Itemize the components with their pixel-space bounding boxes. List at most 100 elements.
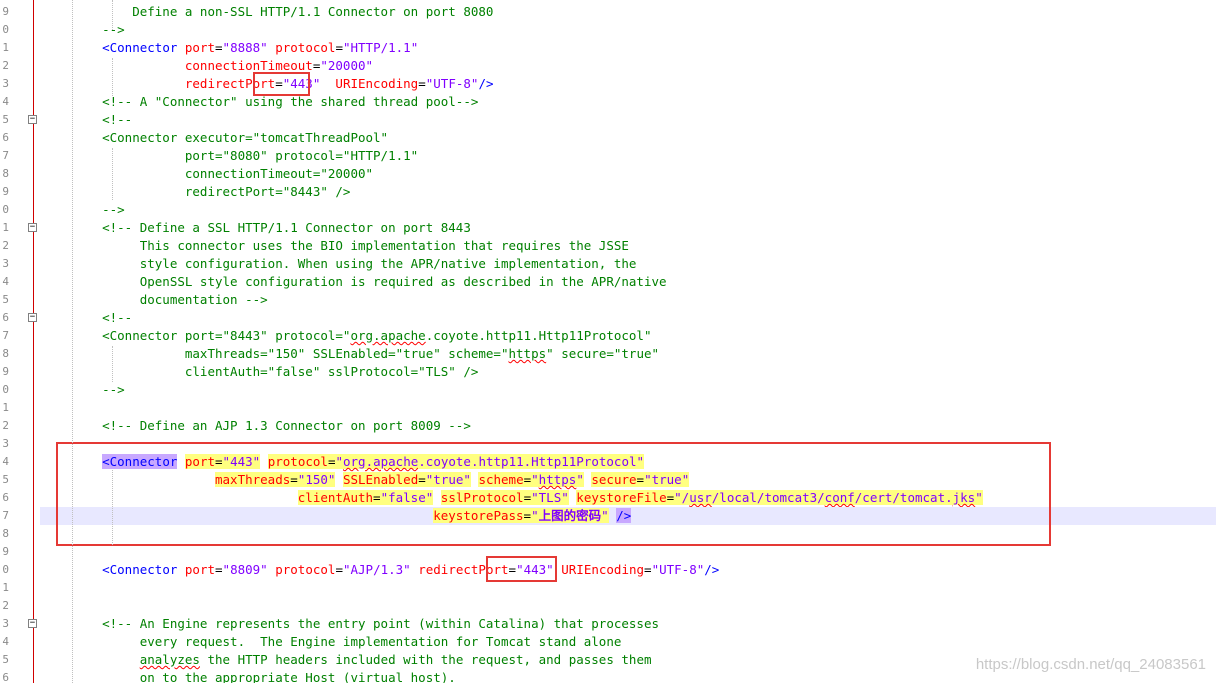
code-line[interactable]: 1	[0, 579, 1216, 597]
code-token: org.apache	[350, 328, 426, 343]
line-number: 5	[2, 293, 9, 306]
code-text: <!-- Define a SSL HTTP/1.1 Connector on …	[72, 219, 471, 237]
fold-toggle-icon[interactable]: −	[28, 115, 37, 124]
code-line[interactable]: 8 maxThreads="150" SSLEnabled="true" sch…	[0, 345, 1216, 363]
code-line[interactable]: 0 -->	[0, 381, 1216, 399]
line-number: 1	[2, 221, 9, 234]
code-text: maxThreads="150" SSLEnabled="true" schem…	[72, 345, 659, 363]
line-number: 8	[2, 167, 9, 180]
code-token: the HTTP headers included with the reque…	[199, 652, 652, 667]
code-line[interactable]: 3 − <!-- An Engine represents the entry p…	[0, 615, 1216, 633]
line-number: 4	[2, 95, 9, 108]
line-number: 3	[2, 77, 9, 90]
code-token: <!-- Define a SSL HTTP/1.1 Connector on …	[72, 220, 471, 235]
code-text: style configuration. When using the APR/…	[72, 255, 637, 273]
code-token: <Connector port="8443" protocol="	[72, 328, 351, 343]
line-number: 1	[2, 401, 9, 414]
code-line[interactable]: 2 connectionTimeout="20000"	[0, 57, 1216, 75]
line-number: 9	[2, 545, 9, 558]
code-text: port="8080" protocol="HTTP/1.1"	[72, 147, 418, 165]
code-text: <!-- Define an AJP 1.3 Connector on port…	[72, 417, 471, 435]
code-token: =	[418, 76, 426, 91]
code-line[interactable]: 2 This connector uses the BIO implementa…	[0, 237, 1216, 255]
code-line[interactable]: 4 every request. The Engine implementati…	[0, 633, 1216, 651]
code-token: documentation -->	[72, 292, 268, 307]
code-text: OpenSSL style configuration is required …	[72, 273, 667, 291]
code-line[interactable]: 9 Define a non-SSL HTTP/1.1 Connector on…	[0, 3, 1216, 21]
code-token: -->	[72, 202, 125, 217]
code-token: =	[644, 562, 652, 577]
line-number: 9	[2, 365, 9, 378]
code-line[interactable]: 7 <Connector port="8443" protocol="org.a…	[0, 327, 1216, 345]
code-line[interactable]: 9 clientAuth="false" sslProtocol="TLS" /…	[0, 363, 1216, 381]
code-token: port="8080" protocol="HTTP/1.1"	[72, 148, 419, 163]
code-line[interactable]: 4 OpenSSL style configuration is require…	[0, 273, 1216, 291]
code-text: <Connector executor="tomcatThreadPool"	[72, 129, 388, 147]
code-line[interactable]: 1	[0, 399, 1216, 417]
code-token: <Connector executor="tomcatThreadPool"	[72, 130, 389, 145]
code-token: connectionTimeout="20000"	[72, 166, 374, 181]
line-number: 5	[2, 113, 9, 126]
code-line[interactable]: 8 connectionTimeout="20000"	[0, 165, 1216, 183]
code-token: on to the appropriate Host (virtual host…	[72, 670, 456, 683]
code-token: <!-- Define an AJP 1.3 Connector on port…	[72, 418, 471, 433]
code-line[interactable]: 4 <!-- A "Connector" using the shared th…	[0, 93, 1216, 111]
code-text: <Connector port="8809" protocol="AJP/1.3…	[72, 561, 719, 579]
indent-guide	[112, 58, 113, 96]
fold-toggle-icon[interactable]: −	[28, 223, 37, 232]
code-token: "UTF-8"	[425, 76, 479, 91]
fold-toggle-icon[interactable]: −	[28, 619, 37, 628]
code-line[interactable]: 0 -->	[0, 21, 1216, 39]
code-token: =	[335, 562, 343, 577]
line-number: 2	[2, 419, 9, 432]
line-number: 3	[2, 437, 9, 450]
code-token: <!--	[72, 112, 133, 127]
code-editor[interactable]: 9 Define a non-SSL HTTP/1.1 Connector on…	[0, 0, 1216, 683]
code-line[interactable]: 0 <Connector port="8809" protocol="AJP/1…	[0, 561, 1216, 579]
code-token: "UTF-8"	[651, 562, 705, 577]
code-text: <!--	[72, 111, 132, 129]
line-number: 5	[2, 473, 9, 486]
code-line[interactable]: 0 -->	[0, 201, 1216, 219]
code-token: <Connector	[102, 40, 185, 55]
code-text: connectionTimeout="20000"	[72, 57, 373, 75]
code-line[interactable]: 6 − <!--	[0, 309, 1216, 327]
highlight-box-ssl-connector	[56, 442, 1051, 546]
code-text: documentation -->	[72, 291, 268, 309]
code-token: URIEncoding	[553, 562, 645, 577]
code-text: <!--	[72, 309, 132, 327]
code-line[interactable]: 5 − <!--	[0, 111, 1216, 129]
fold-toggle-icon[interactable]: −	[28, 313, 37, 322]
code-token: port	[184, 562, 216, 577]
code-token: =	[215, 40, 223, 55]
code-line[interactable]: 5 documentation -->	[0, 291, 1216, 309]
code-line[interactable]: 2	[0, 597, 1216, 615]
code-text: Define a non-SSL HTTP/1.1 Connector on p…	[72, 3, 493, 21]
line-number: 9	[2, 5, 9, 18]
code-line[interactable]: 3 redirectPort="443" URIEncoding="UTF-8"…	[0, 75, 1216, 93]
line-number: 5	[2, 653, 9, 666]
code-line[interactable]: 3 style configuration. When using the AP…	[0, 255, 1216, 273]
line-number: 0	[2, 383, 9, 396]
line-number: 0	[2, 23, 9, 36]
line-number: 6	[2, 311, 9, 324]
code-line[interactable]: 6 <Connector executor="tomcatThreadPool"	[0, 129, 1216, 147]
line-number: 8	[2, 527, 9, 540]
code-line[interactable]: 1 <Connector port="8888" protocol="HTTP/…	[0, 39, 1216, 57]
code-token: protocol	[267, 40, 336, 55]
line-number: 7	[2, 329, 9, 342]
line-number: 2	[2, 239, 9, 252]
code-text: This connector uses the BIO implementati…	[72, 237, 629, 255]
code-token: protocol	[267, 562, 336, 577]
code-text: -->	[72, 201, 125, 219]
line-number: 9	[2, 185, 9, 198]
code-line[interactable]: 1 − <!-- Define a SSL HTTP/1.1 Connector …	[0, 219, 1216, 237]
code-line[interactable]: 2 <!-- Define an AJP 1.3 Connector on po…	[0, 417, 1216, 435]
code-token: style configuration. When using the APR/…	[72, 256, 637, 271]
code-line[interactable]: 9 redirectPort="8443" />	[0, 183, 1216, 201]
code-token: <!-- A "Connector" using the shared thre…	[72, 94, 479, 109]
line-number: 7	[2, 149, 9, 162]
code-line[interactable]: 7 port="8080" protocol="HTTP/1.1"	[0, 147, 1216, 165]
